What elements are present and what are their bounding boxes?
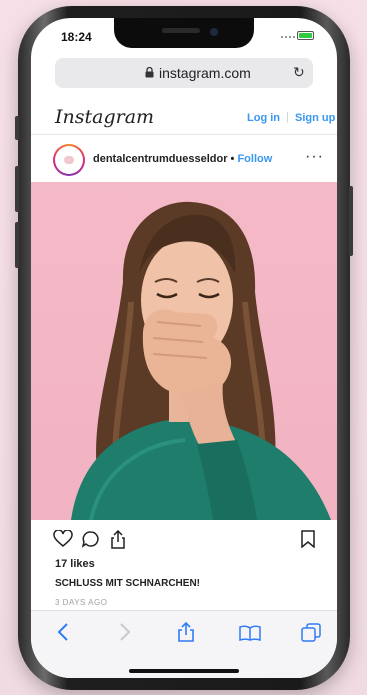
share-icon[interactable]	[109, 530, 127, 550]
notch	[114, 18, 254, 48]
reload-icon[interactable]: ↻	[293, 64, 305, 81]
likes-count[interactable]: 17 likes	[55, 558, 95, 570]
post-actions	[31, 526, 337, 554]
volume-up-button	[15, 166, 19, 212]
username-bullet: •	[227, 153, 238, 165]
header-separator: |	[286, 111, 289, 123]
speaker	[162, 28, 200, 33]
battery-icon	[297, 31, 314, 40]
post-header: dentalcentrumduesseldor • Follow ···	[31, 140, 337, 180]
post-caption: SCHLUSS MIT SCHNARCHEN!	[55, 578, 200, 589]
mute-switch	[15, 116, 19, 140]
post-username[interactable]: dentalcentrumduesseldor	[93, 153, 227, 165]
heart-icon[interactable]	[53, 530, 73, 548]
phone-screen: 18:24 instagram.com ↻ Instagram Log in |…	[31, 18, 337, 678]
post-date: 3 DAYS AGO	[55, 598, 108, 607]
url-text: instagram.com	[159, 65, 251, 81]
browser-toolbar	[31, 610, 337, 678]
power-button	[349, 186, 353, 256]
instagram-logo[interactable]: Instagram	[55, 106, 154, 128]
back-chevron-icon[interactable]	[57, 623, 69, 641]
address-bar[interactable]: instagram.com ↻	[55, 58, 313, 88]
comment-icon[interactable]	[81, 530, 101, 548]
camera	[210, 28, 218, 36]
post-username-line: dentalcentrumduesseldor • Follow	[93, 153, 272, 165]
instagram-header: Instagram Log in | Sign up	[31, 100, 337, 135]
tabs-icon[interactable]	[301, 623, 321, 643]
follow-button[interactable]: Follow	[237, 153, 272, 165]
book-icon[interactable]	[239, 625, 261, 641]
avatar[interactable]	[53, 144, 85, 176]
home-indicator	[129, 669, 239, 673]
signup-link[interactable]: Sign up	[295, 112, 335, 124]
signal-icon	[281, 36, 295, 41]
yawning-woman-image	[71, 201, 331, 520]
more-options-icon[interactable]: ···	[305, 148, 324, 166]
lock-icon	[145, 67, 154, 78]
bookmark-icon[interactable]	[301, 530, 315, 548]
login-link[interactable]: Log in	[247, 112, 280, 124]
status-time: 18:24	[61, 30, 92, 44]
post-photo[interactable]	[31, 182, 337, 520]
forward-chevron-icon[interactable]	[119, 623, 131, 641]
volume-down-button	[15, 222, 19, 268]
share-icon[interactable]	[177, 621, 195, 643]
